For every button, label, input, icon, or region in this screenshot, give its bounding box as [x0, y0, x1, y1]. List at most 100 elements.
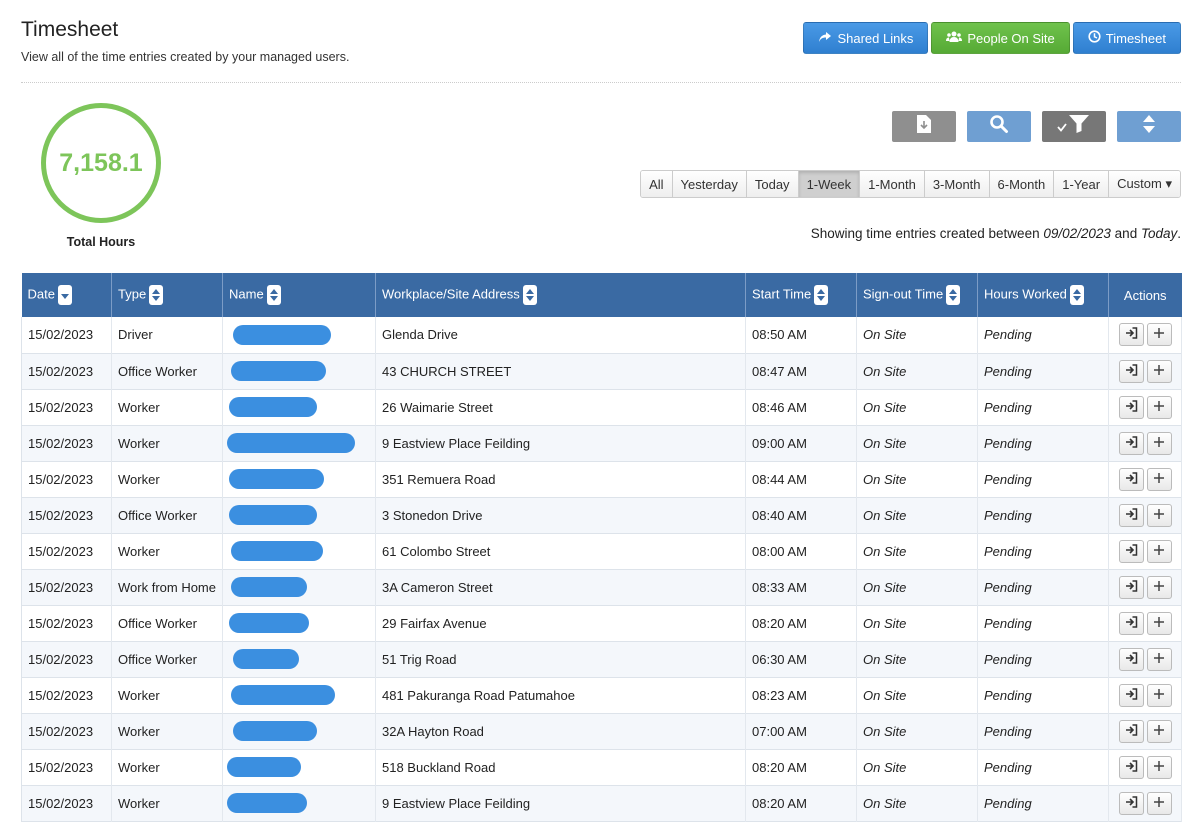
- column-header-hours-worked[interactable]: Hours Worked: [977, 273, 1109, 317]
- sign-in-button[interactable]: [1118, 431, 1144, 455]
- cell-signout-time: On Site: [856, 497, 978, 533]
- sign-in-icon: [1125, 327, 1138, 342]
- sign-in-button[interactable]: [1118, 719, 1144, 743]
- add-entry-button[interactable]: [1146, 791, 1172, 815]
- cell-actions: [1108, 569, 1182, 605]
- redacted-name: [233, 649, 299, 669]
- column-header-type[interactable]: Type: [111, 273, 223, 317]
- sign-in-button[interactable]: [1118, 539, 1144, 563]
- column-header-date[interactable]: Date: [21, 273, 112, 317]
- cell-actions: [1108, 749, 1182, 785]
- range-tab-1-week[interactable]: 1-Week: [798, 171, 861, 197]
- sign-in-button[interactable]: [1118, 755, 1144, 779]
- sort-icon[interactable]: [814, 285, 829, 305]
- column-header-name[interactable]: Name: [222, 273, 376, 317]
- range-tab-custom[interactable]: Custom ▾: [1109, 171, 1180, 197]
- plus-icon: [1153, 400, 1165, 415]
- add-entry-button[interactable]: [1146, 467, 1172, 491]
- range-tab-1-month[interactable]: 1-Month: [860, 171, 925, 197]
- total-hours-label: Total Hours: [66, 235, 136, 249]
- clock-icon: [1088, 30, 1101, 46]
- sign-in-icon: [1125, 399, 1138, 415]
- sign-in-icon: [1125, 687, 1138, 703]
- add-entry-button[interactable]: [1146, 611, 1172, 635]
- add-entry-button[interactable]: [1146, 503, 1172, 527]
- table-header-row: Date Type Name Workplace/Site Address St…: [21, 273, 1182, 317]
- cell-address: 9 Eastview Place Feilding: [375, 785, 746, 821]
- add-entry-button[interactable]: [1146, 359, 1172, 383]
- plus-icon: [1153, 364, 1165, 379]
- cell-signout-time: On Site: [856, 317, 978, 353]
- sign-in-button[interactable]: [1118, 791, 1144, 815]
- table-row: 15/02/2023 Driver Glenda Drive 08:50 AM On S…: [21, 317, 1182, 353]
- table-row: 15/02/2023 Office Worker 3 Stonedon Drive 0…: [21, 497, 1182, 533]
- date-range-tabs: All Yesterday Today 1-Week 1-Month 3-Mon…: [640, 170, 1181, 198]
- table-row: 15/02/2023 Worker 32A Hayton Road 07:00 AM O…: [21, 713, 1182, 749]
- add-entry-button[interactable]: [1146, 323, 1172, 347]
- table-row: 15/02/2023 Worker 26 Waimarie Street 08:46 …: [21, 389, 1182, 425]
- cell-actions: [1108, 713, 1182, 749]
- cell-type: Office Worker: [111, 641, 223, 677]
- shared-links-button[interactable]: Shared Links: [803, 22, 929, 54]
- range-tab-6-month[interactable]: 6-Month: [989, 171, 1055, 197]
- sort-icon[interactable]: [1069, 285, 1084, 305]
- sign-in-button[interactable]: [1118, 575, 1144, 599]
- sign-in-button[interactable]: [1118, 359, 1144, 383]
- add-entry-button[interactable]: [1146, 755, 1172, 779]
- sort-icon[interactable]: [946, 285, 961, 305]
- sign-in-button[interactable]: [1118, 683, 1144, 707]
- cell-start-time: 08:23 AM: [745, 677, 857, 713]
- timesheet-button[interactable]: Timesheet: [1072, 22, 1181, 54]
- people-icon: [946, 31, 963, 46]
- add-entry-button[interactable]: [1146, 539, 1172, 563]
- range-tab-3-month[interactable]: 3-Month: [924, 171, 990, 197]
- add-entry-button[interactable]: [1146, 683, 1172, 707]
- filter-button[interactable]: [1042, 111, 1106, 142]
- column-header-signout-time[interactable]: Sign-out Time: [856, 273, 978, 317]
- cell-signout-time: On Site: [856, 533, 978, 569]
- sort-icon[interactable]: [149, 285, 164, 305]
- column-header-label: Sign-out Time: [863, 286, 944, 302]
- redacted-name: [231, 685, 335, 705]
- range-tab-all[interactable]: All: [641, 171, 673, 197]
- sign-in-button[interactable]: [1118, 611, 1144, 635]
- sort-desc-icon[interactable]: [57, 285, 72, 305]
- sign-in-button[interactable]: [1118, 467, 1144, 491]
- sign-in-button[interactable]: [1118, 395, 1144, 419]
- sign-in-icon: [1125, 579, 1138, 595]
- add-entry-button[interactable]: [1146, 575, 1172, 599]
- cell-hours-worked: Pending: [977, 749, 1109, 785]
- sort-icon[interactable]: [266, 285, 281, 305]
- add-entry-button[interactable]: [1146, 647, 1172, 671]
- add-entry-button[interactable]: [1146, 719, 1172, 743]
- sign-in-button[interactable]: [1118, 503, 1144, 527]
- range-tab-today[interactable]: Today: [746, 171, 799, 197]
- table-row: 15/02/2023 Worker 9 Eastview Place Feildin…: [21, 785, 1182, 821]
- sort-toggle-button[interactable]: [1117, 111, 1181, 142]
- export-button[interactable]: [892, 111, 956, 142]
- column-header-address[interactable]: Workplace/Site Address: [375, 273, 746, 317]
- cell-name: [222, 533, 376, 569]
- range-tab-1-year[interactable]: 1-Year: [1054, 171, 1110, 197]
- column-header-label: Start Time: [752, 286, 812, 302]
- cell-name: [222, 641, 376, 677]
- row-actions: [1115, 359, 1175, 383]
- cell-type: Office Worker: [111, 605, 223, 641]
- row-actions: [1115, 575, 1175, 599]
- sign-in-icon: [1125, 363, 1138, 379]
- cell-actions: [1108, 533, 1182, 569]
- sign-in-button[interactable]: [1118, 323, 1144, 347]
- sort-icon[interactable]: [522, 285, 537, 305]
- column-header-start-time[interactable]: Start Time: [745, 273, 857, 317]
- sign-in-button[interactable]: [1118, 647, 1144, 671]
- plus-icon: [1153, 652, 1165, 667]
- cell-actions: [1108, 605, 1182, 641]
- column-header-actions: Actions: [1123, 287, 1167, 303]
- redacted-name: [227, 433, 355, 453]
- people-on-site-button[interactable]: People On Site: [931, 22, 1070, 54]
- redacted-name: [231, 577, 307, 597]
- search-button[interactable]: [967, 111, 1031, 142]
- add-entry-button[interactable]: [1146, 431, 1172, 455]
- add-entry-button[interactable]: [1146, 395, 1172, 419]
- range-tab-yesterday[interactable]: Yesterday: [672, 171, 747, 197]
